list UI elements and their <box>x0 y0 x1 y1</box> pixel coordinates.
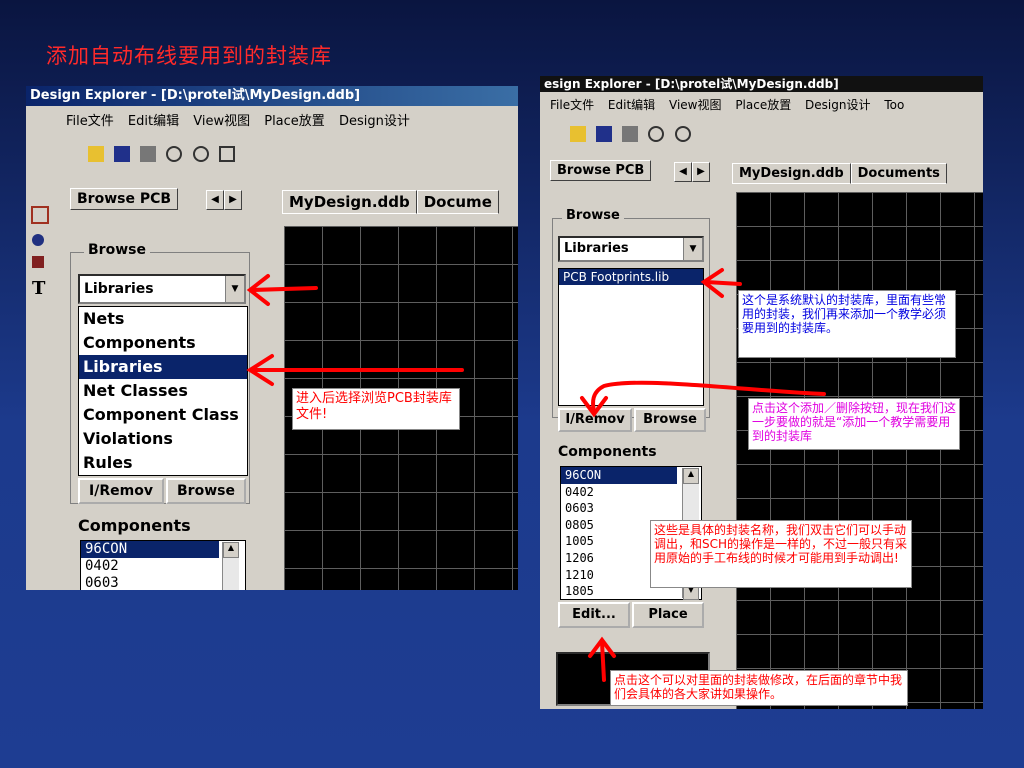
component-96con[interactable]: 96CON <box>561 467 677 484</box>
left-note-browse: 进入后选择浏览PCB封装库文件! <box>292 388 460 430</box>
right-tab-next-icon[interactable]: ▶ <box>692 162 710 182</box>
scroll-up-icon[interactable]: ▲ <box>223 542 239 558</box>
print-icon[interactable] <box>140 146 157 162</box>
left-components-label: Components <box>78 516 191 535</box>
component-0603[interactable]: 0603 <box>81 575 245 590</box>
right-browse-label: Browse <box>562 208 624 223</box>
left-menu-design[interactable]: Design设计 <box>339 114 410 129</box>
left-browse-label: Browse <box>84 242 150 258</box>
left-toolbar <box>88 146 518 162</box>
right-menu-edit[interactable]: Edit编辑 <box>608 98 655 112</box>
left-menu-file[interactable]: File文件 <box>66 114 114 129</box>
text-tool-icon[interactable]: T <box>32 278 46 299</box>
right-menubar: File文件 Edit编辑 View视图 Place放置 Design设计 To… <box>550 96 983 113</box>
print-icon[interactable] <box>622 126 639 142</box>
dropdown-item-libraries[interactable]: Libraries <box>79 355 247 379</box>
left-tab-next-icon[interactable]: ▶ <box>224 190 242 210</box>
right-tab-browse-pcb[interactable]: Browse PCB <box>550 160 652 181</box>
dropdown-item-nets[interactable]: Nets <box>79 307 247 331</box>
open-folder-icon[interactable] <box>570 126 586 142</box>
left-doctab-documents[interactable]: Docume <box>416 190 499 214</box>
right-edit-button[interactable]: Edit... <box>558 602 630 628</box>
library-pcb-footprints[interactable]: PCB Footprints.lib <box>559 269 703 285</box>
left-components-scrollbar[interactable]: ▲ <box>222 542 239 590</box>
zoom-out-icon[interactable] <box>674 126 691 142</box>
left-browse-combo[interactable]: Libraries ▼ <box>78 274 246 304</box>
right-doctab-mydesign[interactable]: MyDesign.ddb <box>732 163 851 184</box>
scroll-up-icon[interactable]: ▲ <box>683 468 699 484</box>
left-tool-strip: T <box>28 198 50 590</box>
left-doc-tabs: MyDesign.ddb Docume <box>282 190 499 214</box>
right-titlebar: esign Explorer - [D:\protel试\MyDesign.dd… <box>540 76 983 92</box>
right-combo-value: Libraries <box>564 241 629 256</box>
right-screenshot: esign Explorer - [D:\protel试\MyDesign.dd… <box>540 76 983 709</box>
right-doc-tabs: MyDesign.ddb Documents <box>732 162 947 184</box>
right-toolbar <box>570 126 983 142</box>
left-screenshot: Design Explorer - [D:\protel试\MyDesign.d… <box>26 86 518 590</box>
slide-title: 添加自动布线要用到的封装库 <box>46 44 332 68</box>
zoom-in-icon[interactable] <box>648 126 665 142</box>
left-add-remove-button[interactable]: I/Remov <box>78 478 164 504</box>
right-browse-button[interactable]: Browse <box>634 408 706 432</box>
save-icon[interactable] <box>114 146 131 162</box>
left-tab-browse-pcb[interactable]: Browse PCB <box>70 188 179 210</box>
dropdown-item-violations[interactable]: Violations <box>79 427 247 451</box>
wire-tool-icon[interactable] <box>31 206 49 224</box>
right-menu-design[interactable]: Design设计 <box>805 98 870 112</box>
dropdown-item-component-class[interactable]: Component Class <box>79 403 247 427</box>
right-note-add-button: 点击这个添加／删除按钮，现在我们这一步要做的就是“添加一个教学需要用到的封装库 <box>748 398 960 450</box>
left-menu-edit[interactable]: Edit编辑 <box>128 114 179 129</box>
dropdown-item-components[interactable]: Components <box>79 331 247 355</box>
left-titlebar: Design Explorer - [D:\protel试\MyDesign.d… <box>26 86 518 106</box>
right-components-label: Components <box>558 444 657 460</box>
component-0402[interactable]: 0402 <box>561 484 701 501</box>
component-0402[interactable]: 0402 <box>81 558 245 575</box>
left-tab-prev-icon[interactable]: ◀ <box>206 190 224 210</box>
left-browse-button[interactable]: Browse <box>166 478 246 504</box>
right-doctab-documents[interactable]: Documents <box>850 163 947 184</box>
component-96con[interactable]: 96CON <box>81 541 219 558</box>
right-menu-tools[interactable]: Too <box>884 98 904 112</box>
zoom-out-icon[interactable] <box>192 146 209 162</box>
via-tool-icon[interactable] <box>32 256 44 268</box>
left-menubar: File文件 Edit编辑 View视图 Place放置 Design设计 <box>66 110 518 129</box>
pad-tool-icon[interactable] <box>32 234 44 246</box>
zoom-fit-icon[interactable] <box>218 146 235 162</box>
right-menu-file[interactable]: File文件 <box>550 98 594 112</box>
right-add-remove-button[interactable]: I/Remov <box>558 408 632 432</box>
right-note-library: 这个是系统默认的封装库，里面有些常用的封装，我们再来添加一个教学必须要用到的封装… <box>738 290 956 358</box>
left-menu-place[interactable]: Place放置 <box>264 114 325 129</box>
zoom-in-icon[interactable] <box>166 146 183 162</box>
right-pcb-canvas[interactable] <box>736 192 983 709</box>
right-place-button[interactable]: Place <box>632 602 704 628</box>
left-doctab-mydesign[interactable]: MyDesign.ddb <box>282 190 417 214</box>
right-menu-place[interactable]: Place放置 <box>735 98 791 112</box>
dropdown-item-net-classes[interactable]: Net Classes <box>79 379 247 403</box>
right-browse-combo[interactable]: Libraries ▼ <box>558 236 704 262</box>
left-menu-view[interactable]: View视图 <box>193 114 250 129</box>
left-combo-value: Libraries <box>84 281 154 297</box>
right-libraries-list[interactable]: PCB Footprints.lib <box>558 268 704 406</box>
right-note-components: 这些是具体的封装名称，我们双击它们可以手动调出，和SCH的操作是一样的，不过一般… <box>650 520 912 588</box>
dropdown-item-rules[interactable]: Rules <box>79 451 247 475</box>
right-menu-view[interactable]: View视图 <box>669 98 721 112</box>
chevron-down-icon[interactable]: ▼ <box>683 238 702 260</box>
right-note-edit: 点击这个可以对里面的封装做修改，在后面的章节中我们会具体的各大家讲如果操作。 <box>610 670 908 706</box>
left-dropdown-list[interactable]: Nets Components Libraries Net Classes Co… <box>78 306 248 476</box>
chevron-down-icon[interactable]: ▼ <box>225 276 244 302</box>
right-tab-prev-icon[interactable]: ◀ <box>674 162 692 182</box>
component-0603[interactable]: 0603 <box>561 500 701 517</box>
open-folder-icon[interactable] <box>88 146 104 162</box>
save-icon[interactable] <box>596 126 613 142</box>
